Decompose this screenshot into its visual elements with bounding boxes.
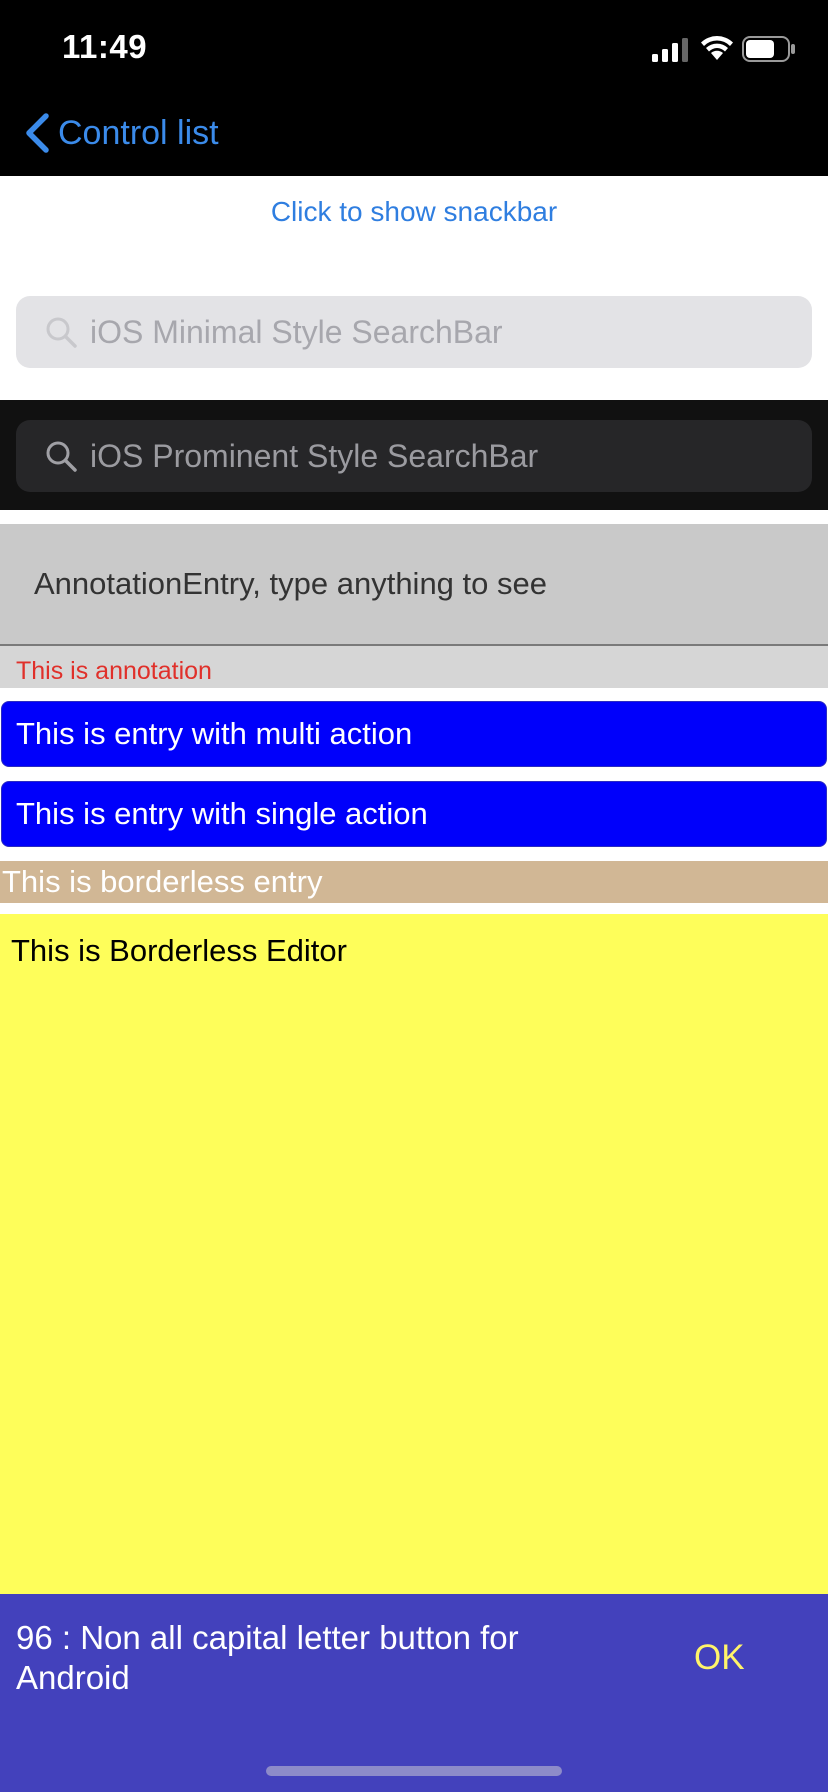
minimal-searchbar[interactable] [16, 296, 812, 368]
search-icon [46, 441, 77, 472]
wifi-icon [701, 36, 733, 60]
back-button[interactable]: Control list [22, 108, 219, 158]
borderless-editor[interactable] [0, 914, 828, 1594]
borderless-entry-text: This is borderless entry [2, 864, 323, 899]
snackbar-message: 96 : Non all capital letter button for A… [16, 1619, 519, 1696]
multi-action-entry-text: This is entry with multi action [16, 716, 413, 751]
prominent-search-input[interactable] [88, 436, 792, 476]
annotation-entry[interactable] [0, 524, 828, 646]
multi-action-entry[interactable]: This is entry with multi action [1, 701, 827, 767]
prominent-searchbar[interactable] [16, 420, 812, 492]
cellular-signal-icon [652, 38, 688, 62]
back-button-label: Control list [58, 113, 219, 152]
home-indicator [266, 1766, 562, 1776]
chevron-left-icon [26, 113, 49, 153]
show-snackbar-button[interactable]: Click to show snackbar [0, 196, 828, 228]
status-time: 11:49 [62, 28, 148, 65]
search-icon [46, 317, 77, 348]
borderless-editor-text: This is Borderless Editor [11, 933, 347, 968]
annotation-label: This is annotation [16, 657, 212, 685]
single-action-entry-text: This is entry with single action [16, 796, 428, 831]
snackbar-ok-button[interactable]: OK [694, 1638, 745, 1678]
minimal-search-input[interactable] [88, 312, 792, 352]
battery-icon [742, 36, 795, 62]
annotation-entry-input[interactable] [32, 565, 796, 603]
single-action-entry[interactable]: This is entry with single action [1, 781, 827, 847]
borderless-entry[interactable]: This is borderless entry [0, 861, 828, 903]
